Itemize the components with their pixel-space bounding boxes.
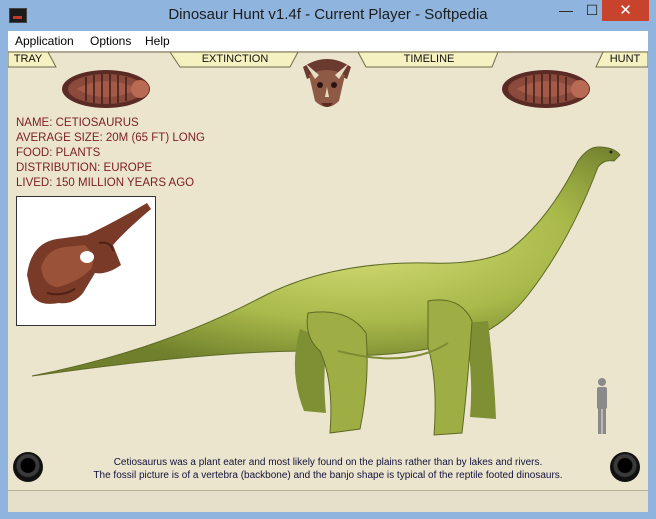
caption-line-1: Cetiosaurus was a plant eater and most l… xyxy=(113,457,543,468)
app-window: Dinosaur Hunt v1.4f - Current Player - S… xyxy=(0,0,656,519)
caption-line-2: The fossil picture is of a vertebra (bac… xyxy=(93,470,563,481)
menu-application[interactable]: Application xyxy=(15,34,74,48)
speaker-icon[interactable] xyxy=(13,452,43,482)
speaker-icon[interactable] xyxy=(610,452,640,482)
menu-bar: Application Options Help xyxy=(8,31,648,51)
human-scale-icon xyxy=(597,378,607,434)
menu-options[interactable]: Options xyxy=(90,34,131,48)
caption-text: Cetiosaurus was a plant eater and most l… xyxy=(48,456,608,482)
minimize-button[interactable]: — xyxy=(553,0,579,21)
cetiosaurus-illustration xyxy=(31,146,621,436)
status-bar xyxy=(8,490,648,512)
menu-help[interactable]: Help xyxy=(145,34,170,48)
close-button[interactable]: ✕ xyxy=(602,0,649,21)
title-bar[interactable]: Dinosaur Hunt v1.4f - Current Player - S… xyxy=(0,0,656,31)
main-panel: TRAY EXTINCTION TIMELINE HUNT NAME: CETI… xyxy=(8,51,648,490)
